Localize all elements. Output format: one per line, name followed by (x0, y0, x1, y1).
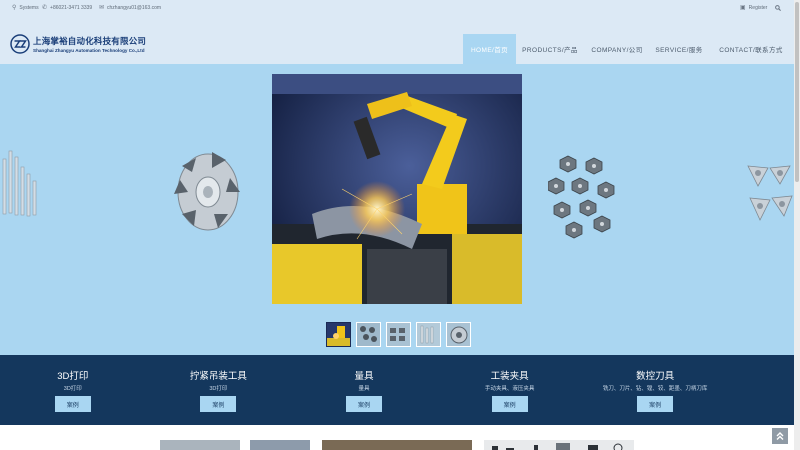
nav-contact[interactable]: CONTACT/联系方式 (708, 34, 794, 64)
banner-thumb-3[interactable] (386, 322, 411, 347)
category-cnc-tools: 数控刀具 铣刀、刀片、钻、镗、铰、距墨、刀柄刀库 案例 (582, 355, 728, 425)
milling-cutter-image (174, 152, 240, 231)
logo-english-name: Shanghai Zhangyu Automation Technology C… (33, 48, 145, 53)
category-title[interactable]: 数控刀具 (636, 368, 674, 382)
page-scrollbar[interactable] (794, 0, 800, 450)
category-title[interactable]: 3D打印 (57, 368, 88, 382)
mail-icon: ✉ (99, 5, 105, 11)
nav-company[interactable]: COMPANY/公司 (584, 34, 650, 64)
triangle-inserts-image (747, 165, 793, 221)
banner-thumb-1[interactable] (326, 322, 351, 347)
lock-icon: ▣ (740, 5, 746, 11)
logo-chinese-name: 上海掌裕自动化科技有限公司 (33, 36, 147, 46)
case-button[interactable]: 案例 (54, 396, 91, 412)
category-tightening-tools: 拧紧吊装工具 3D打印 案例 (146, 355, 292, 425)
preview-image-2[interactable] (250, 440, 310, 450)
register-link[interactable]: ▣ Register (740, 5, 767, 11)
category-subtitle: 手动夹具、液压夹具 (484, 386, 535, 392)
category-bar: 3D打印 3D打印 案例 拧紧吊装工具 3D打印 案例 量具 量具 案例 工装夹… (0, 355, 794, 425)
category-title[interactable]: 量具 (354, 368, 373, 382)
hero-banner (0, 64, 794, 355)
nav-home[interactable]: HOME/首页 (463, 34, 516, 64)
hero-image-robot-welding (272, 74, 522, 304)
case-button[interactable]: 案例 (200, 396, 237, 412)
category-title[interactable]: 拧紧吊装工具 (190, 368, 247, 382)
category-subtitle: 3D打印 (209, 386, 228, 392)
preview-image-4[interactable] (484, 440, 634, 450)
phone-text: +86021-3471 3339 (50, 5, 93, 11)
category-3d-printing: 3D打印 3D打印 案例 (0, 355, 146, 425)
category-title[interactable]: 工装夹具 (491, 368, 529, 382)
email-info[interactable]: ✉ chzhangyu01@163.com (99, 5, 161, 11)
register-text[interactable]: Register (749, 5, 768, 11)
scrollbar-thumb[interactable] (795, 2, 799, 182)
category-subtitle: 量具 (358, 386, 370, 392)
main-nav: HOME/首页 PRODUCTS/产品 COMPANY/公司 SERVICE/服… (463, 34, 794, 64)
banner-thumb-2[interactable] (356, 322, 381, 347)
search-icon[interactable] (775, 5, 781, 11)
category-gauges: 量具 量具 案例 (291, 355, 437, 425)
case-button[interactable]: 案例 (637, 396, 674, 412)
end-mill-tools-image (2, 150, 37, 217)
logo-mark-icon (10, 34, 30, 54)
top-bar: ⚲ Systems ✆ +86021-3471 3339 ✉ chzhangyu… (0, 0, 794, 16)
double-chevron-up-icon[interactable] (775, 431, 785, 441)
phone-icon: ✆ (42, 5, 48, 11)
location-text: Systems (19, 5, 39, 11)
phone-info: ✆ +86021-3471 3339 (42, 5, 92, 11)
map-pin-icon: ⚲ (12, 5, 17, 11)
site-header: 上海掌裕自动化科技有限公司 Shanghai Zhangyu Automatio… (0, 16, 794, 64)
location-info: ⚲ Systems (12, 5, 39, 11)
preview-image-1[interactable] (160, 440, 240, 450)
preview-image-3[interactable] (322, 440, 472, 450)
back-to-top-button[interactable] (772, 428, 788, 444)
case-button[interactable]: 案例 (491, 396, 528, 412)
category-fixtures: 工装夹具 手动夹具、液压夹具 案例 (437, 355, 583, 425)
company-logo[interactable]: 上海掌裕自动化科技有限公司 Shanghai Zhangyu Automatio… (10, 34, 146, 54)
case-button[interactable]: 案例 (345, 396, 382, 412)
search-button[interactable] (775, 5, 781, 11)
carbide-inserts-image (548, 155, 615, 239)
category-subtitle: 3D打印 (63, 386, 82, 392)
email-text[interactable]: chzhangyu01@163.com (107, 5, 161, 11)
nav-service[interactable]: SERVICE/服务 (650, 34, 708, 64)
content-preview-strip (0, 425, 794, 450)
banner-thumbnails (326, 322, 471, 347)
nav-products[interactable]: PRODUCTS/产品 (516, 34, 584, 64)
logo-text: 上海掌裕自动化科技有限公司 Shanghai Zhangyu Automatio… (33, 35, 146, 53)
banner-thumb-4[interactable] (416, 322, 441, 347)
banner-thumb-5[interactable] (446, 322, 471, 347)
category-subtitle: 铣刀、刀片、钻、镗、铰、距墨、刀柄刀库 (602, 386, 708, 392)
